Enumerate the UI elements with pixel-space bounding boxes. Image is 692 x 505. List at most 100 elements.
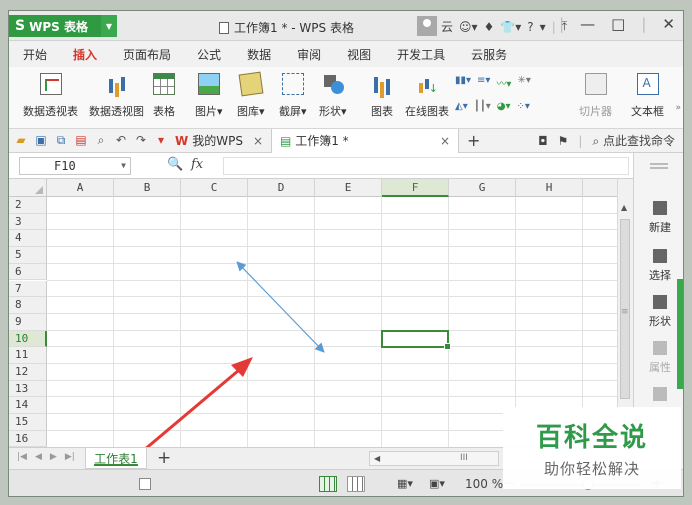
side-select-button[interactable]: 选择 [634, 249, 683, 283]
bar-chart-icon[interactable]: ≡▾ [477, 75, 490, 90]
picture-button[interactable]: 图片▾ [195, 73, 223, 119]
search-command[interactable]: ⌕ 点此查找命令 [592, 132, 675, 149]
tab-start[interactable]: 开始 [23, 46, 47, 63]
fx-icon[interactable]: fx [191, 157, 203, 172]
minimize-button[interactable]: — [580, 15, 595, 33]
tab-view[interactable]: 视图 [347, 46, 371, 63]
help-button[interactable]: ? [527, 20, 533, 34]
zoom-icon[interactable]: 🔍 [167, 157, 183, 172]
zoom-level[interactable]: 100 % [465, 477, 503, 491]
close-icon[interactable]: × [440, 134, 450, 148]
tab-developer[interactable]: 开发工具 [397, 46, 445, 63]
avatar[interactable] [417, 16, 437, 36]
chart-type-row-2: ◭▾ ┃┃▾ ◕▾ ⁘▾ [455, 101, 530, 112]
chevron-down-icon[interactable]: ▼ [121, 158, 126, 174]
normal-view-button[interactable] [319, 476, 337, 492]
watermark-subtitle: 助你轻松解决 [543, 460, 640, 478]
annotation-arrow-shaft [145, 363, 246, 447]
close-button[interactable]: ✕ [662, 15, 675, 33]
tab-page-layout[interactable]: 页面布局 [123, 46, 171, 63]
line-chart-icon[interactable]: 〰▾ [496, 75, 511, 90]
chart-button[interactable]: 图表 [371, 73, 393, 119]
new-tab-button[interactable]: + [467, 131, 480, 150]
cloud-label[interactable]: 云 [441, 18, 453, 35]
gallery-button[interactable]: 图库▾ [237, 71, 265, 119]
skin-icon[interactable]: ♦ [484, 20, 495, 34]
add-sheet-button[interactable]: + [157, 448, 171, 468]
first-sheet-icon[interactable]: |◀ [17, 452, 27, 462]
name-box[interactable]: F10 ▼ [19, 157, 131, 175]
column-chart-icon[interactable]: ▮▮▾ [455, 75, 471, 90]
chart-icon [371, 73, 393, 95]
close-icon[interactable]: × [253, 134, 263, 148]
pie-chart-icon[interactable]: ◕▾ [497, 101, 511, 112]
open-icon[interactable]: ▰ [15, 133, 27, 148]
cloud-doc-icon[interactable]: ◘ [538, 134, 548, 148]
side-more-button[interactable] [634, 387, 683, 405]
shapes-button[interactable]: 形状▾ [319, 73, 347, 119]
pivot-table-icon [39, 73, 62, 95]
quick-right-tools: ◘ ⚑ | ⌕ 点此查找命令 [538, 132, 683, 149]
table-button[interactable]: 表格 [153, 73, 175, 119]
redo-icon[interactable]: ↷ [135, 133, 147, 148]
print-icon[interactable]: ▤ [75, 133, 87, 148]
reading-mode-icon[interactable]: ▦▾ [397, 477, 413, 490]
radar-chart-icon[interactable]: ✳▾ [517, 75, 530, 90]
tab-review[interactable]: 审阅 [297, 46, 321, 63]
window-title-text: 工作簿1 * - WPS 表格 [234, 21, 354, 35]
ribbon-more-icon[interactable]: » [675, 103, 681, 113]
panel-collapse-handle[interactable] [677, 279, 683, 389]
horizontal-scrollbar[interactable]: ◀ III [369, 451, 499, 466]
slicer-button[interactable]: 切片器 [579, 73, 612, 119]
pivot-table-button[interactable]: 数据透视表 [23, 73, 78, 119]
tab-data[interactable]: 数据 [247, 46, 271, 63]
print-preview-icon[interactable]: ⌕ [95, 133, 107, 148]
tab-insert[interactable]: 插入 [69, 46, 102, 70]
divider: | [578, 133, 583, 148]
next-sheet-icon[interactable]: ▶ [50, 452, 57, 462]
scroll-left-icon[interactable]: ◀ [374, 452, 380, 465]
cloud-save-icon[interactable]: ⧉ [55, 133, 67, 148]
side-new-button[interactable]: 新建 [634, 201, 683, 235]
screenshot-button[interactable]: 截屏▾ [279, 73, 307, 119]
tab-workbook[interactable]: ▤ 工作簿1 * × [271, 128, 460, 153]
ribbon-insert: 数据透视表 数据透视图 表格 图片▾ 图库▾ 截屏▾ 形状▾ 图表 ↓ 在线图表… [9, 67, 683, 129]
formula-input[interactable] [223, 157, 629, 175]
stock-chart-icon[interactable]: ┃┃▾ [474, 101, 491, 112]
app-menu-button[interactable]: S WPS 表格 ▼ [9, 15, 117, 37]
tab-my-wps[interactable]: W 我的WPS × [167, 129, 271, 153]
macro-icon[interactable] [139, 478, 151, 490]
double-arrow-line-shape[interactable] [236, 261, 325, 353]
save-icon[interactable]: ▣ [35, 133, 47, 148]
eye-protect-icon[interactable]: ▣▾ [429, 477, 445, 490]
shirt-icon[interactable]: 👕▾ [500, 20, 521, 34]
online-chart-button[interactable]: 在线图表 [405, 73, 449, 119]
area-chart-icon[interactable]: ◭▾ [455, 101, 468, 112]
scroll-up-icon[interactable]: ▲ [621, 203, 627, 212]
help-dropdown-icon[interactable]: ▾ [540, 20, 546, 34]
undo-icon[interactable]: ↶ [115, 133, 127, 148]
pivot-chart-label: 数据透视图 [89, 105, 144, 118]
maximize-button[interactable]: □ [611, 15, 625, 33]
sheet-tab[interactable]: 工作表1 [85, 448, 147, 469]
table-label: 表格 [153, 105, 175, 118]
tab-formulas[interactable]: 公式 [197, 46, 221, 63]
customize-icon[interactable]: ▾ [155, 133, 167, 148]
last-sheet-icon[interactable]: ▶| [65, 452, 75, 462]
new-doc-icon [653, 201, 667, 215]
side-shape-label: 形状 [649, 315, 671, 328]
divider: | [551, 19, 556, 34]
chevron-down-icon[interactable]: ▼ [101, 15, 117, 37]
slicer-icon [584, 73, 607, 95]
pivot-chart-button[interactable]: 数据透视图 [89, 73, 144, 119]
prev-sheet-icon[interactable]: ◀ [35, 452, 42, 462]
name-box-value: F10 [54, 159, 76, 173]
flag-icon[interactable]: ⚑ [558, 134, 569, 148]
page-break-view-button[interactable] [347, 476, 365, 492]
panel-menu-icon[interactable] [650, 163, 668, 165]
smiley-icon[interactable]: ☺▾ [459, 20, 478, 34]
tab-cloud[interactable]: 云服务 [471, 46, 507, 63]
textbox-button[interactable]: 文本框 [631, 73, 664, 119]
my-wps-label: 我的WPS [192, 134, 243, 148]
scatter-chart-icon[interactable]: ⁘▾ [517, 101, 530, 112]
